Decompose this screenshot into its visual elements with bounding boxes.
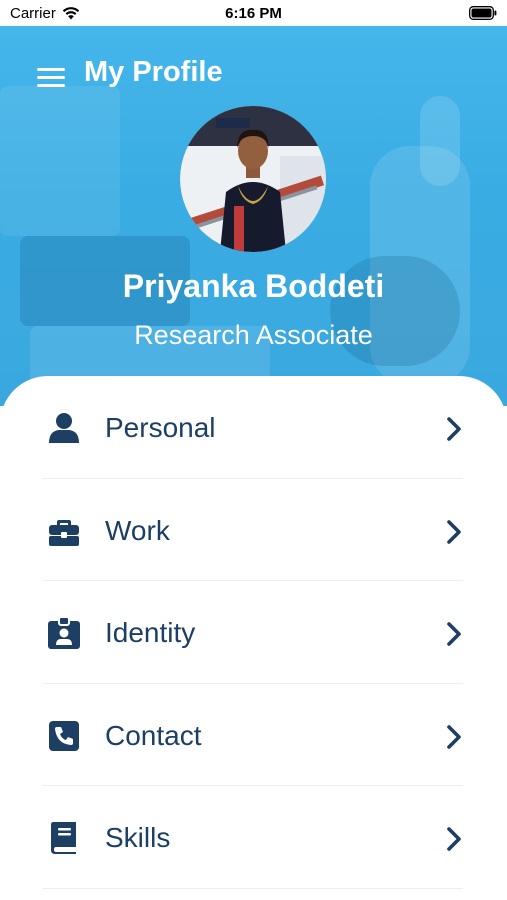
menu-item-label: Skills	[105, 822, 171, 853]
menu-item-label: Contact	[105, 719, 202, 751]
chevron-right-icon	[447, 827, 461, 851]
book-icon	[51, 822, 76, 854]
chevron-right-icon	[447, 724, 461, 749]
profile-role: Research Associate	[134, 320, 373, 350]
id-badge-icon	[48, 616, 80, 649]
menu-item-personal[interactable]: Personal	[43, 376, 463, 479]
chevron-right-icon	[447, 519, 461, 544]
chevron-right-icon	[447, 417, 461, 441]
menu-item-identity[interactable]: Identity	[43, 581, 463, 684]
avatar[interactable]	[180, 106, 326, 252]
header-background-photo	[420, 96, 460, 186]
status-time: 6:16 PM	[225, 5, 282, 22]
menu-item-label: Identity	[105, 617, 196, 648]
menu-item-work[interactable]: Work	[43, 479, 463, 581]
page-title: My Profile	[84, 56, 223, 88]
avatar-photo	[180, 106, 326, 252]
profile-name: Priyanka Boddeti	[122, 268, 385, 304]
header-background-photo	[0, 86, 120, 236]
status-bar: Carrier 6:16 PM	[0, 0, 507, 26]
chevron-right-icon	[447, 622, 461, 646]
battery-icon	[469, 6, 497, 20]
profile-menu-list: Personal Work Identity Contact Skills	[43, 376, 463, 889]
user-icon	[49, 413, 79, 443]
hamburger-menu-icon[interactable]	[37, 68, 65, 88]
profile-menu-card: Personal Work Identity Contact Skills	[0, 376, 507, 900]
briefcase-icon	[49, 519, 79, 546]
phone-icon	[49, 720, 79, 751]
menu-item-label: Work	[105, 514, 170, 546]
profile-header: My Profile Priyanka Boddeti Research Ass…	[0, 26, 507, 406]
menu-item-contact[interactable]: Contact	[43, 684, 463, 786]
menu-item-skills[interactable]: Skills	[43, 786, 463, 889]
menu-item-label: Personal	[105, 412, 216, 443]
